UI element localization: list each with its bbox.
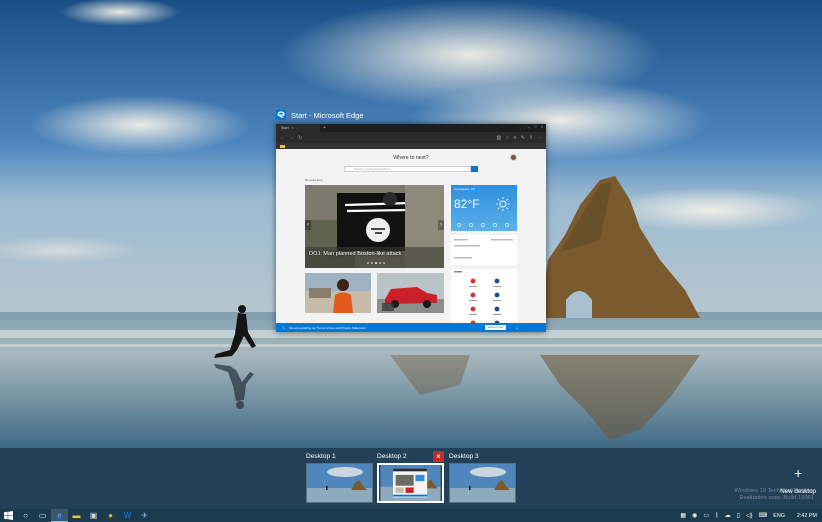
sun-icon (496, 197, 510, 211)
notification-bar: ⓘ We are updating our Terms of Use and P… (276, 323, 546, 332)
plus-icon: + (794, 465, 803, 481)
browser-toolbar: ← → ↻ ▥ ☆ ≡ ✎ ⇪ ⋯ (276, 132, 546, 143)
news-image (377, 273, 444, 313)
onedrive-icon[interactable]: ☁ (725, 512, 731, 519)
browser-frame[interactable]: Start × + – □ × ← → ↻ ▥ ☆ ≡ ✎ ⇪ ⋯ Where … (276, 124, 546, 332)
task-view-icon[interactable]: ▭ (34, 509, 51, 522)
avatar[interactable] (510, 154, 517, 161)
app-icon[interactable]: ✈ (136, 509, 153, 522)
hero-next-icon[interactable]: › (438, 220, 444, 230)
network-icon[interactable]: ▯ (737, 512, 740, 519)
system-tray: ▦ ◉ ▭ ᛒ ☁ ▯ ◁) ⌨ ENG 2:42 PM (680, 512, 822, 520)
carousel-dots (367, 262, 385, 264)
desktop-thumbnail[interactable] (449, 463, 516, 503)
hero-caption: DOJ: Man planned Boston-like attack (309, 251, 402, 257)
minimize-icon[interactable]: – (528, 124, 530, 129)
reading-view-icon[interactable]: ▥ (496, 135, 501, 141)
refresh-icon[interactable]: ↻ (298, 135, 302, 141)
close-desktop-icon[interactable]: × (433, 451, 444, 462)
tab-close-icon[interactable]: × (292, 126, 294, 130)
news-thumbnail[interactable] (377, 273, 444, 313)
chrome-icon[interactable]: ● (102, 509, 119, 522)
clock[interactable]: 2:42 PM (797, 513, 817, 519)
notification-icon[interactable]: ▭ (703, 512, 709, 519)
maximize-icon[interactable]: □ (534, 124, 536, 129)
people-icon[interactable]: ◉ (692, 512, 697, 519)
word-icon[interactable]: W (119, 509, 136, 522)
wallpaper-thumbnail (380, 465, 441, 501)
weather-card[interactable]: Los Angeles, CA 82°F (451, 185, 517, 231)
language-indicator[interactable]: ENG (773, 513, 785, 519)
favorites-icon[interactable]: ☆ (505, 135, 509, 141)
weather-city: Los Angeles, CA (454, 187, 475, 191)
more-icon[interactable]: ⋯ (537, 135, 542, 141)
build-watermark: Windows 10 Technical Preview Evaluation … (735, 488, 814, 502)
edge-icon (276, 110, 286, 120)
info-icon: ⓘ (282, 325, 286, 330)
news-image (305, 273, 371, 313)
search-button[interactable] (471, 166, 478, 172)
forecast-strip (457, 223, 509, 227)
wallpaper-thumbnail (307, 464, 372, 502)
share-icon[interactable]: ⇪ (529, 135, 533, 141)
dismiss-icon[interactable]: × (516, 326, 518, 330)
desktop-label: Desktop 1 (306, 453, 336, 460)
desktop-2[interactable]: Desktop 2 × (377, 451, 444, 503)
section-label: My news feed (305, 178, 323, 182)
taskbar: ○ ▭ e ▬ ▣ ● W ✈ ▦ ◉ ▭ ᛒ ☁ ▯ ◁) ⌨ ENG 2:4… (0, 509, 822, 522)
task-view-window[interactable]: Start - Microsoft Edge Start × + – □ × ←… (276, 107, 546, 332)
notice-text: We are updating our Terms of Use and Pri… (289, 325, 366, 330)
window-controls: – □ × (528, 124, 543, 129)
browser-tab[interactable]: Start × (276, 124, 320, 132)
details-lines (454, 239, 513, 259)
tab-title: Start (281, 126, 289, 130)
hub-icon[interactable]: ≡ (514, 135, 517, 141)
tray-icon[interactable]: ▦ (680, 512, 686, 519)
desktop-3[interactable]: Desktop 3 (449, 452, 516, 503)
page-heading: Where to next? (393, 155, 429, 161)
bluetooth-icon[interactable]: ᛒ (715, 513, 719, 519)
watermark-line: Evaluation copy. Build 10061 (739, 495, 814, 501)
close-icon[interactable]: × (541, 124, 543, 129)
start-icon[interactable] (0, 509, 17, 522)
new-tab-icon[interactable]: + (323, 125, 326, 131)
forward-icon[interactable]: → (289, 135, 294, 141)
keyboard-icon[interactable]: ⌨ (759, 512, 768, 519)
hero-news-card[interactable]: ‹ › DOJ: Man planned Boston-like attack (305, 185, 444, 268)
wallpaper-thumbnail (450, 464, 515, 502)
window-title: Start - Microsoft Edge (291, 110, 364, 120)
window-caption: Start - Microsoft Edge (276, 107, 364, 123)
weather-details (451, 235, 517, 265)
store-icon[interactable]: ▣ (85, 509, 102, 522)
note-icon[interactable]: ✎ (521, 135, 525, 141)
news-thumbnail[interactable] (305, 273, 371, 313)
desktop-label: Desktop 3 (449, 453, 479, 460)
virtual-desktop-strip: Desktop 1 Desktop 2 × Desktop 3 + New de… (0, 448, 822, 509)
hero-prev-icon[interactable]: ‹ (305, 220, 311, 230)
search-icon[interactable]: ○ (17, 509, 34, 522)
desktop-thumbnail[interactable] (306, 463, 373, 503)
explorer-icon[interactable]: ▬ (68, 509, 85, 522)
edge-icon[interactable]: e (51, 509, 68, 522)
desktop-thumbnail[interactable] (377, 463, 444, 503)
watermark-line: Windows 10 Technical Preview (734, 488, 814, 494)
volume-icon[interactable]: ◁) (746, 512, 753, 519)
desktop-1[interactable]: Desktop 1 (306, 452, 373, 503)
tab-bar: Start × + – □ × (276, 124, 546, 132)
search-input[interactable]: Search or enter web address (344, 166, 471, 172)
weather-temp: 82°F (454, 197, 480, 211)
back-icon[interactable]: ← (280, 135, 285, 141)
learn-more-button[interactable]: Learn more (484, 325, 507, 330)
folder-icon[interactable] (280, 144, 285, 148)
start-page: Where to next? Search or enter web addre… (276, 149, 546, 332)
